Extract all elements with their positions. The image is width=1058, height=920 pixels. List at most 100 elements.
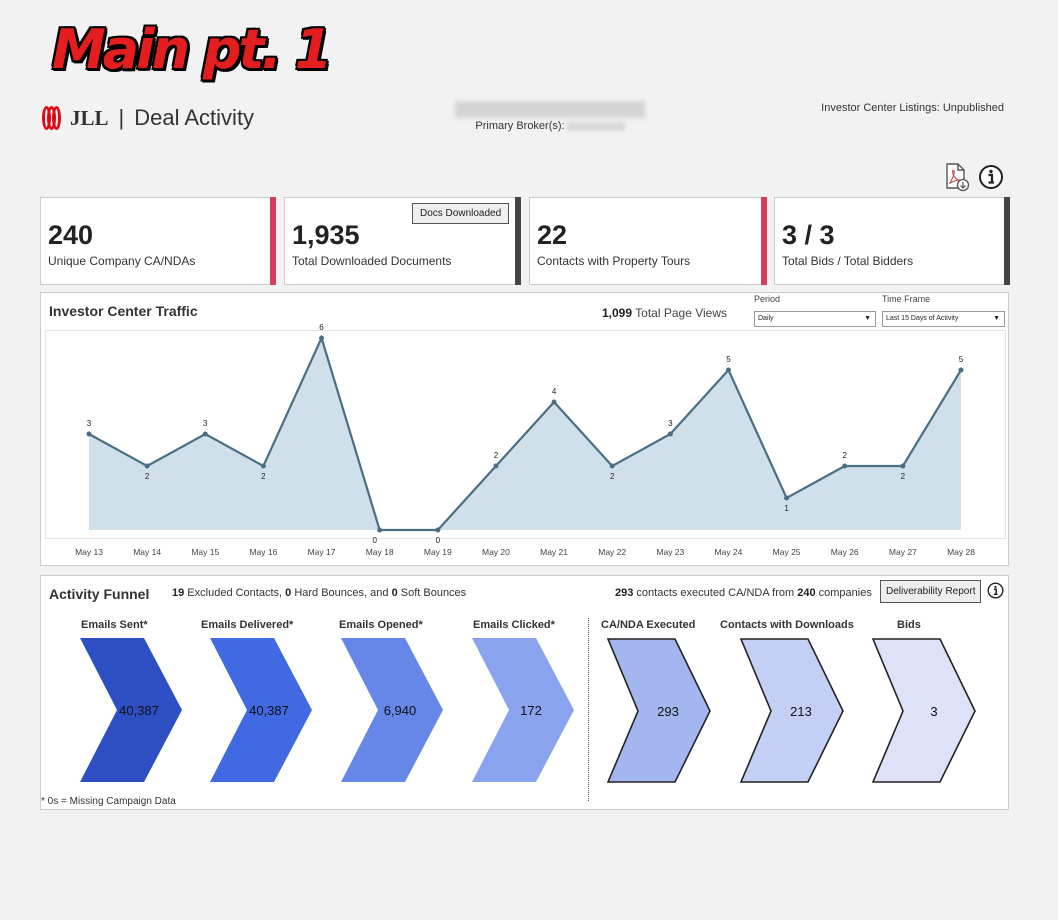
kpi-value: 1,935 — [292, 220, 360, 250]
funnel-divider — [588, 618, 589, 801]
x-tick-label: May 27 — [889, 547, 917, 557]
data-point — [667, 431, 673, 437]
funnel-step-emails-clicked: 172 — [472, 638, 574, 782]
data-label: 1 — [784, 504, 789, 513]
data-label: 5 — [959, 355, 964, 364]
footnote: * 0s = Missing Campaign Data — [41, 796, 176, 807]
funnel-chevrons: 40,387 40,387 6,940 172 293 213 3 — [80, 638, 976, 783]
kpi-value: 240 — [48, 220, 94, 250]
kpi-card-tours: 22 Contacts with Property Tours — [529, 197, 767, 285]
logo-text: JLL — [70, 105, 109, 130]
step-value: 3 — [930, 704, 937, 719]
kpi-accent-bar — [761, 197, 767, 285]
funnel-step-cand-executed[interactable]: 293 — [606, 638, 711, 783]
data-point — [86, 431, 92, 437]
funnel-step-emails-delivered: 40,387 — [210, 638, 312, 782]
data-point — [493, 463, 499, 469]
x-tick-label: May 19 — [424, 547, 452, 557]
kpi-accent-bar — [1004, 197, 1010, 285]
data-label: 0 — [372, 536, 377, 545]
data-label: 3 — [87, 419, 92, 428]
listing-status: Investor Center Listings: Unpublished — [821, 102, 1004, 114]
x-tick-label: May 16 — [249, 547, 277, 557]
data-point — [435, 527, 441, 533]
x-tick-label: May 17 — [308, 547, 336, 557]
kpi-accent-bar — [515, 197, 521, 285]
pdf-export-icon[interactable] — [944, 162, 970, 192]
x-tick-label: May 18 — [366, 547, 394, 557]
data-label: 2 — [843, 451, 848, 460]
funnel-step-contacts-downloads[interactable]: 213 — [739, 638, 844, 783]
data-label: 6 — [319, 323, 324, 332]
step-value: 293 — [657, 704, 679, 719]
data-label: 2 — [145, 472, 150, 481]
data-label: 2 — [494, 451, 499, 460]
data-point — [725, 367, 731, 373]
data-label: 2 — [901, 472, 906, 481]
kpi-label: Contacts with Property Tours — [537, 254, 691, 268]
info-icon[interactable] — [978, 164, 1004, 190]
x-tick-label: May 24 — [715, 547, 743, 557]
banner-title: Main pt. 1 — [52, 18, 332, 81]
logo-separator: | — [118, 105, 125, 130]
kpi-label: Unique Company CA/NDAs — [48, 254, 196, 268]
broker-line: Primary Broker(s): — [440, 120, 660, 132]
data-point — [900, 463, 906, 469]
broker-name-redacted — [566, 121, 625, 131]
x-tick-label: May 25 — [773, 547, 801, 557]
data-label: 3 — [668, 419, 673, 428]
broker-label: Primary Broker(s): — [475, 120, 565, 132]
kpi-value: 22 — [537, 220, 568, 250]
funnel-panel: Activity Funnel 19 Excluded Contacts, 0 … — [40, 575, 1009, 810]
jll-logo: JLL | Deal Activity — [42, 104, 254, 132]
kpi-label: Total Bids / Total Bidders — [782, 254, 914, 268]
x-tick-label: May 13 — [75, 547, 103, 557]
data-point — [958, 367, 964, 373]
x-tick-label: May 26 — [831, 547, 859, 557]
funnel-step-emails-sent: 40,387 — [80, 638, 182, 782]
x-tick-label: May 21 — [540, 547, 568, 557]
docs-downloaded-button[interactable]: Docs Downloaded — [412, 203, 510, 224]
step-value: 172 — [520, 703, 542, 718]
traffic-chart: 3 2 3 2 6 0 0 2 4 2 3 5 1 2 2 5 May 13 May 14 May 15 May 16… — [75, 323, 975, 557]
x-tick-label: May 20 — [482, 547, 510, 557]
chevron-shape — [871, 638, 976, 783]
jll-mark-icon — [42, 104, 64, 132]
data-point — [784, 495, 790, 501]
x-tick-label: May 28 — [947, 547, 975, 557]
data-point — [377, 527, 383, 533]
data-point — [260, 463, 266, 469]
data-label: 4 — [552, 387, 557, 396]
kpi-accent-bar — [270, 197, 276, 285]
funnel-step-emails-opened: 6,940 — [341, 638, 443, 782]
data-label: 2 — [261, 472, 266, 481]
property-name-redacted — [455, 101, 645, 118]
x-tick-label: May 14 — [133, 547, 161, 557]
data-point — [202, 431, 208, 437]
x-tick-label: May 22 — [598, 547, 626, 557]
kpi-card-bids: 3 / 3 Total Bids / Total Bidders — [774, 197, 1010, 285]
data-point — [551, 399, 557, 405]
data-label: 5 — [726, 355, 731, 364]
kpi-card-downloads: 1,935 Total Downloaded Documents Docs Do… — [284, 197, 521, 285]
step-value: 213 — [790, 704, 812, 719]
data-label: 0 — [436, 536, 441, 545]
kpi-label: Total Downloaded Documents — [292, 254, 452, 268]
traffic-panel: Investor Center Traffic 1,099 Total Page… — [40, 292, 1009, 566]
data-label: 3 — [203, 419, 208, 428]
page-title: Deal Activity — [134, 105, 255, 130]
x-tick-label: May 15 — [191, 547, 219, 557]
data-point — [144, 463, 150, 469]
toolbar-icons — [944, 162, 1004, 192]
data-point — [842, 463, 848, 469]
kpi-card-cand: 240 Unique Company CA/NDAs — [40, 197, 276, 285]
funnel-step-bids[interactable]: 3 — [871, 638, 976, 783]
property-info: Primary Broker(s): — [440, 101, 660, 132]
kpi-value: 3 / 3 — [782, 220, 835, 250]
x-tick-label: May 23 — [656, 547, 684, 557]
step-value: 40,387 — [119, 703, 159, 718]
data-label: 2 — [610, 472, 615, 481]
step-value: 40,387 — [249, 703, 289, 718]
data-point — [609, 463, 615, 469]
step-value: 6,940 — [384, 703, 417, 718]
